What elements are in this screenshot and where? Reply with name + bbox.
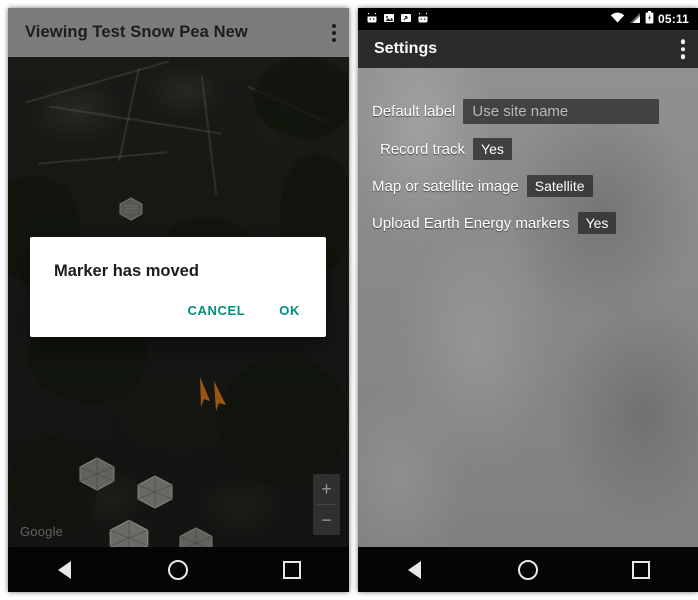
overflow-menu-icon[interactable] [680,39,686,59]
left-phone-screen: Viewing Test Snow Pea New Google + − Mar… [8,8,349,592]
status-bar: 05:11 [358,8,698,30]
dialog-actions: CANCEL OK [30,281,326,337]
setting-row-map-or-satellite: Map or satellite image Satellite [372,175,593,197]
setting-label: Default label [372,103,456,120]
settings-content: Default label Use site name Record track… [358,68,698,547]
default-label-input[interactable]: Use site name [463,99,660,124]
record-track-value[interactable]: Yes [473,138,512,160]
cancel-button[interactable]: CANCEL [174,295,260,326]
back-nav-button[interactable] [392,547,438,592]
share-upload-icon [400,12,412,26]
dialog-title: Marker has moved [54,262,199,280]
setting-row-upload-markers: Upload Earth Energy markers Yes [372,212,617,234]
setting-row-default-label: Default label Use site name [372,99,660,124]
home-nav-button[interactable] [155,547,201,592]
status-bar-clock: 05:11 [657,12,689,26]
overflow-menu-icon[interactable] [332,23,336,42]
dual-screenshot-container: Viewing Test Snow Pea New Google + − Mar… [0,0,698,600]
battery-icon [645,11,654,27]
image-icon [383,12,395,26]
page-title: Viewing Test Snow Pea New [25,23,248,41]
ok-button[interactable]: OK [265,295,314,326]
android-robot-icon [366,12,378,27]
android-navbar-left [8,547,349,592]
recents-square-icon [632,560,651,579]
status-bar-notification-icons [366,12,429,27]
map-appbar: Viewing Test Snow Pea New [8,8,349,57]
home-circle-icon [168,559,189,580]
back-nav-button[interactable] [42,547,88,592]
recents-nav-button[interactable] [618,547,664,592]
status-bar-system-icons: 05:11 [610,11,689,27]
upload-markers-value[interactable]: Yes [577,212,617,234]
back-triangle-icon [58,560,72,579]
settings-appbar: Settings [358,30,698,68]
wifi-icon [610,12,625,27]
android-navbar-right [358,547,698,592]
map-or-satellite-value[interactable]: Satellite [526,175,593,197]
home-circle-icon [517,559,538,580]
back-triangle-icon [408,560,422,579]
recents-nav-button[interactable] [269,547,315,592]
setting-label: Upload Earth Energy markers [372,214,570,232]
recents-square-icon [283,560,302,579]
map-view[interactable]: Google + − Marker has moved CANCEL OK [8,57,349,547]
setting-label: Map or satellite image [372,177,519,195]
marker-moved-dialog: Marker has moved CANCEL OK [30,237,326,337]
setting-label: Record track [380,140,466,158]
right-phone-screen: 05:11 Settings Default label Use site na… [358,8,698,592]
setting-row-record-track: Record track Yes [380,138,512,160]
signal-icon [629,12,641,27]
home-nav-button[interactable] [505,547,551,592]
android-robot-icon [417,12,429,27]
settings-page-title: Settings [374,40,438,57]
